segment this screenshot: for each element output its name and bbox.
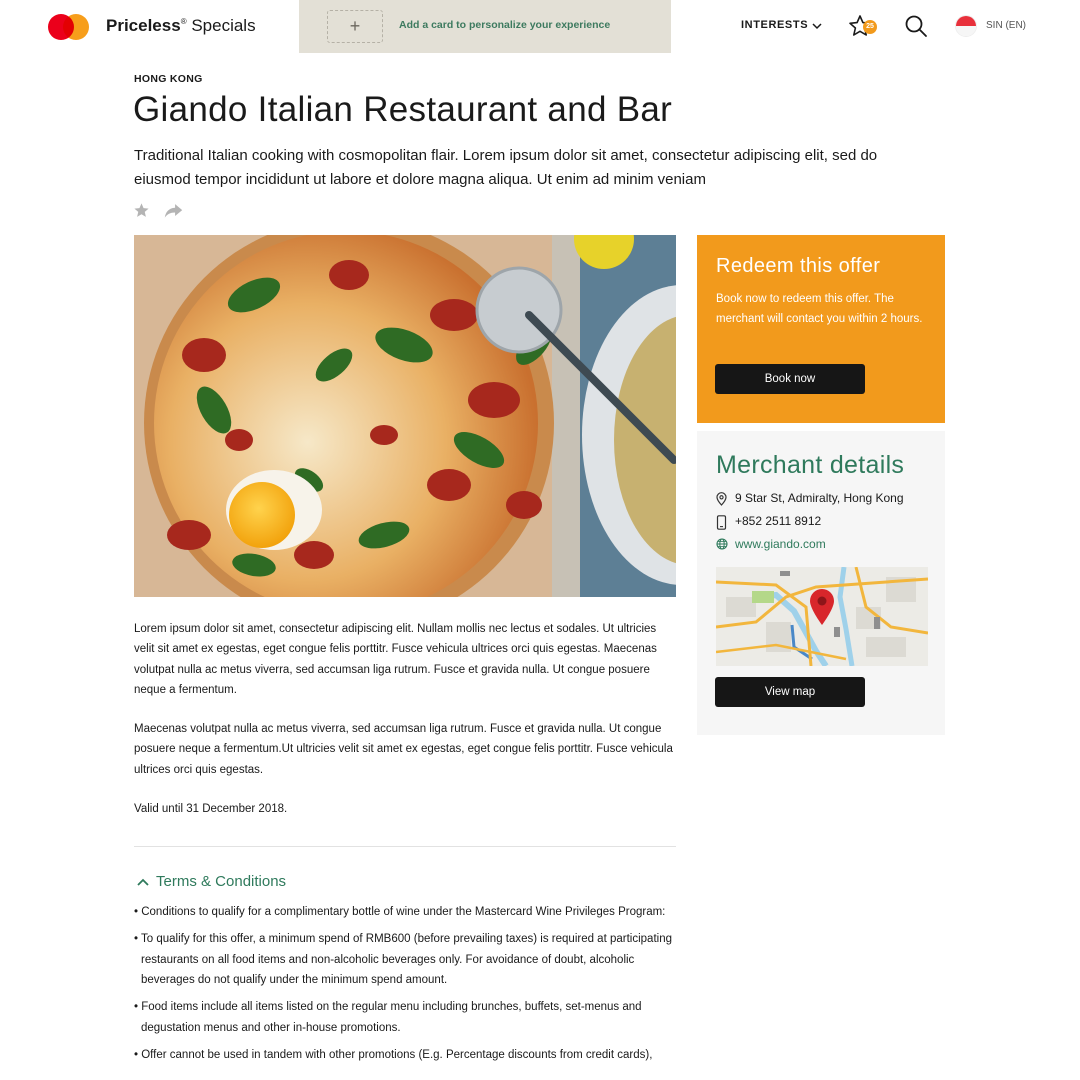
section-divider	[134, 846, 676, 847]
share-offer-button[interactable]	[164, 202, 183, 224]
star-icon	[134, 203, 149, 217]
terms-item: To qualify for this offer, a minimum spe…	[134, 929, 679, 991]
brand-bold: Priceless	[106, 16, 181, 35]
singapore-flag-icon[interactable]	[955, 15, 977, 37]
terms-item: Conditions to qualify for a complimentar…	[134, 902, 679, 923]
flag-red-half	[956, 16, 976, 26]
offer-description: Lorem ipsum dolor sit amet, consectetur …	[134, 619, 674, 838]
redeem-text: Book now to redeem this offer. The merch…	[716, 293, 923, 326]
brand-registered-mark: ®	[180, 17, 187, 26]
globe-icon	[716, 538, 728, 550]
view-map-button[interactable]: View map	[715, 677, 865, 707]
book-now-button[interactable]: Book now	[715, 364, 865, 394]
website-link[interactable]: www.giando.com	[735, 537, 826, 551]
add-card-text[interactable]: Add a card to personalize your experienc…	[399, 19, 610, 31]
phone-text: +852 2511 8912	[735, 514, 822, 528]
merchant-title: Merchant details	[716, 451, 905, 479]
validity-text: Valid until 31 December 2018.	[134, 803, 288, 816]
merchant-panel: Merchant details 9 Star St, Admiralty, H…	[697, 431, 945, 735]
terms-item: Food items include all items listed on t…	[134, 997, 679, 1038]
search-icon	[905, 15, 927, 37]
interests-menu[interactable]: INTERESTS	[741, 19, 822, 31]
flag-white-half	[956, 26, 976, 36]
description-paragraph: Maecenas volutpat nulla ac metus viverra…	[134, 723, 673, 776]
location-pin-icon	[716, 492, 727, 506]
interests-label: INTERESTS	[741, 19, 809, 31]
chevron-up-icon	[137, 878, 149, 886]
brand-name[interactable]: Priceless® Specials	[106, 16, 256, 36]
save-offer-button[interactable]	[133, 202, 150, 224]
pizza-photo	[134, 235, 676, 597]
description-paragraph: Lorem ipsum dolor sit amet, consectetur …	[134, 623, 657, 696]
offer-hero-image	[134, 235, 676, 597]
terms-list: Conditions to qualify for a complimentar…	[134, 902, 679, 1072]
share-icon	[164, 204, 183, 218]
merchant-map[interactable]	[716, 567, 928, 666]
chevron-down-icon	[812, 23, 822, 30]
page-title: Giando Italian Restaurant and Bar	[133, 90, 673, 129]
mastercard-logo[interactable]	[48, 14, 90, 40]
phone-icon	[716, 515, 727, 530]
offer-location: HONG KONG	[134, 73, 203, 85]
terms-toggle[interactable]: Terms & Conditions	[137, 873, 286, 890]
map-image	[716, 567, 928, 666]
offer-subtitle: Traditional Italian cooking with cosmopo…	[134, 147, 878, 188]
site-header: Priceless® Specials + Add a card to pers…	[0, 0, 1080, 53]
redeem-panel: Redeem this offer Book now to redeem thi…	[697, 235, 945, 423]
logo-yellow-circle	[63, 14, 89, 40]
search-button[interactable]	[904, 14, 928, 38]
redeem-title: Redeem this offer	[716, 255, 881, 277]
address-text: 9 Star St, Admiralty, Hong Kong	[735, 491, 904, 505]
plus-icon[interactable]: +	[327, 10, 383, 43]
favorites-count-badge: 25	[863, 20, 877, 34]
terms-item: Offer cannot be used in tandem with othe…	[134, 1045, 679, 1066]
terms-heading: Terms & Conditions	[156, 873, 287, 890]
add-card-banner[interactable]: + Add a card to personalize your experie…	[299, 0, 671, 53]
brand-rest: Specials	[186, 16, 256, 35]
language-selector[interactable]: SIN (EN)	[986, 20, 1026, 31]
favorites-button[interactable]: 25	[848, 14, 878, 40]
